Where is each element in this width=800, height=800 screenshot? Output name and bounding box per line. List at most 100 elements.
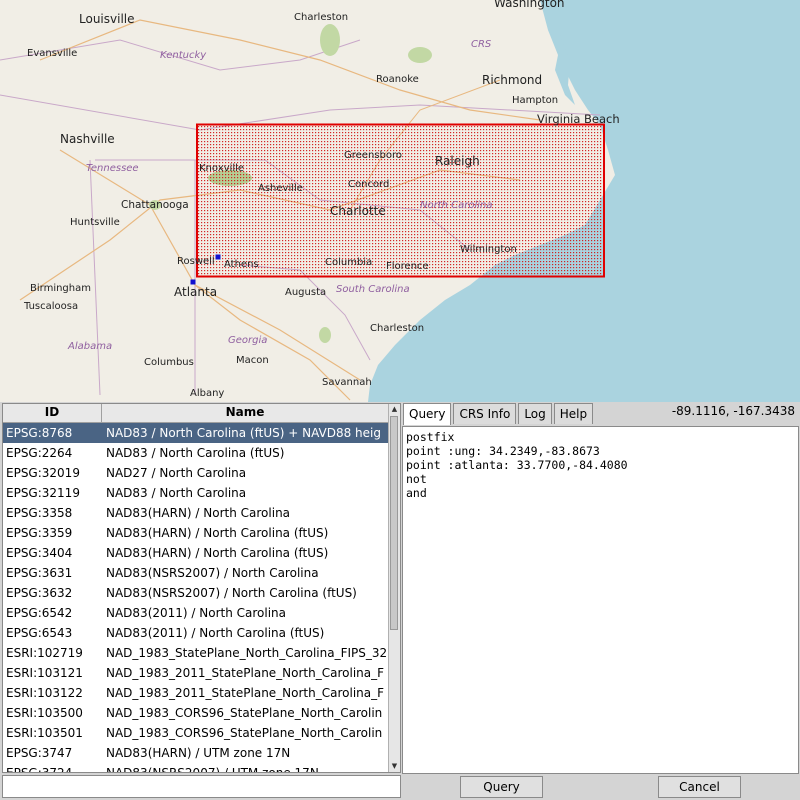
map-label: Wilmington <box>460 244 517 255</box>
scroll-up-icon[interactable]: ▲ <box>389 404 400 415</box>
map-label: Louisville <box>79 12 135 26</box>
table-row[interactable]: EPSG:3631 NAD83(NSRS2007) / North Carolin… <box>3 563 389 583</box>
table-row[interactable]: EPSG:3358 NAD83(HARN) / North Carolina <box>3 503 389 523</box>
tab-log[interactable]: Log <box>518 403 552 424</box>
cell-id: EPSG:3632 <box>6 586 73 600</box>
filter-input[interactable] <box>2 775 401 798</box>
map-label: Florence <box>386 261 429 272</box>
map-view[interactable]: Washington Louisville Charleston Evansvi… <box>0 0 800 402</box>
scroll-down-icon[interactable]: ▼ <box>389 761 400 772</box>
map-label: Charleston <box>370 323 424 334</box>
table-row[interactable]: EPSG:3747 NAD83(HARN) / UTM zone 17N <box>3 743 389 763</box>
cell-name: NAD_1983_CORS96_StatePlane_North_Carolin <box>106 726 383 740</box>
map-label: Albany <box>190 388 224 399</box>
query-button[interactable]: Query <box>460 776 543 798</box>
cell-name: NAD_1983_CORS96_StatePlane_North_Carolin <box>106 706 383 720</box>
map-label: Hampton <box>512 95 558 106</box>
cell-name: NAD27 / North Carolina <box>106 466 247 480</box>
cell-name: NAD83(HARN) / North Carolina (ftUS) <box>106 526 329 540</box>
cancel-button[interactable]: Cancel <box>658 776 741 798</box>
cell-name: NAD83 / North Carolina <box>106 486 247 500</box>
map-label: Concord <box>348 179 389 190</box>
cell-id: ESRI:103500 <box>6 706 83 720</box>
table-body: EPSG:8768 NAD83 / North Carolina (ftUS) +… <box>3 423 389 772</box>
table-row[interactable]: EPSG:6543 NAD83(2011) / North Carolina (f… <box>3 623 389 643</box>
map-label: Kentucky <box>160 50 207 61</box>
map-label: North Carolina <box>420 200 493 211</box>
table-header: ID Name <box>3 404 389 423</box>
cell-id: ESRI:102719 <box>6 646 83 660</box>
map-label: Charleston <box>294 12 348 23</box>
map-label: Tennessee <box>86 163 139 174</box>
cell-name: NAD83(NSRS2007) / North Carolina <box>106 566 319 580</box>
map-label: Atlanta <box>174 285 217 299</box>
cell-id: EPSG:6543 <box>6 626 73 640</box>
cell-name: NAD83(HARN) / North Carolina (ftUS) <box>106 546 329 560</box>
map-label: Columbus <box>144 357 194 368</box>
cell-name: NAD83(2011) / North Carolina <box>106 606 287 620</box>
cell-id: ESRI:103501 <box>6 726 83 740</box>
crs-table[interactable]: ID Name EPSG:8768 NAD83 / North Carolina … <box>2 403 401 773</box>
map-label: Roswell <box>177 256 215 267</box>
query-editor[interactable]: postfix point :ung: 34.2349,-83.8673 poi… <box>402 426 799 774</box>
map-label: Columbia <box>325 257 372 268</box>
table-row[interactable]: EPSG:3359 NAD83(HARN) / North Carolina (f… <box>3 523 389 543</box>
column-header-id[interactable]: ID <box>3 404 102 422</box>
table-row[interactable]: EPSG:32019 NAD27 / North Carolina <box>3 463 389 483</box>
map-label: Tuscaloosa <box>23 301 78 312</box>
tab-bar: Query CRS Info Log Help <box>403 403 595 425</box>
cell-id: EPSG:3359 <box>6 526 73 540</box>
table-row[interactable]: ESRI:103121 NAD_1983_2011_StatePlane_Nort… <box>3 663 389 683</box>
map-label: Augusta <box>285 287 326 298</box>
map-label: Evansville <box>27 48 77 59</box>
cell-name: NAD_1983_2011_StatePlane_North_Carolina_… <box>106 666 385 680</box>
cursor-coordinates: -89.1116, -167.3438 <box>671 404 795 418</box>
map-label: Savannah <box>322 377 372 388</box>
map-label: CRS <box>471 39 492 50</box>
map-label: Roanoke <box>376 74 419 85</box>
map-label: Athens <box>224 259 259 270</box>
cell-name: NAD83 / North Carolina (ftUS) + NAVD88 h… <box>106 426 381 440</box>
cell-name: NAD83(HARN) / UTM zone 17N <box>106 746 291 760</box>
map-label: Richmond <box>482 73 542 87</box>
map-label: Alabama <box>67 341 112 352</box>
cell-name: NAD_1983_2011_StatePlane_North_Carolina_… <box>106 686 385 700</box>
tab-crs-info[interactable]: CRS Info <box>453 403 517 424</box>
table-row[interactable]: EPSG:3724NAD83(NSRS2007) / UTM zone 17N <box>3 763 389 772</box>
cell-name: NAD83 / North Carolina (ftUS) <box>106 446 285 460</box>
cell-name: NAD_1983_StatePlane_North_Carolina_FIPS_… <box>106 646 388 660</box>
map-label: South Carolina <box>336 284 410 295</box>
column-header-name[interactable]: Name <box>102 404 389 422</box>
cell-id: EPSG:32019 <box>6 466 80 480</box>
map-label: Birmingham <box>30 283 91 294</box>
table-row[interactable]: ESRI:103500 NAD_1983_CORS96_StatePlane_No… <box>3 703 389 723</box>
point-atlanta <box>190 279 196 285</box>
table-row[interactable]: EPSG:2264 NAD83 / North Carolina (ftUS) <box>3 443 389 463</box>
tab-help[interactable]: Help <box>553 403 594 424</box>
table-row[interactable]: EPSG:8768 NAD83 / North Carolina (ftUS) +… <box>3 423 389 443</box>
map-label: Georgia <box>228 335 267 346</box>
cell-name: NAD83(2011) / North Carolina (ftUS) <box>106 626 325 640</box>
map-label: Nashville <box>60 132 115 146</box>
map-label: Greensboro <box>344 150 402 161</box>
table-row[interactable]: EPSG:6542 NAD83(2011) / North Carolina <box>3 603 389 623</box>
table-row[interactable]: ESRI:103122 NAD_1983_2011_StatePlane_Nort… <box>3 683 389 703</box>
vertical-scrollbar[interactable]: ▲ ▼ <box>388 404 400 772</box>
map-label: Huntsville <box>70 217 120 228</box>
cell-id: EPSG:3358 <box>6 506 73 520</box>
cell-id: EPSG:3724 <box>3 763 102 772</box>
table-row[interactable]: EPSG:32119 NAD83 / North Carolina <box>3 483 389 503</box>
scrollbar-thumb[interactable] <box>390 416 398 630</box>
map-label: Asheville <box>258 183 303 194</box>
cell-id: EPSG:3631 <box>6 566 73 580</box>
map-label: Macon <box>236 355 269 366</box>
table-row[interactable]: EPSG:3404 NAD83(HARN) / North Carolina (f… <box>3 543 389 563</box>
cell-id: EPSG:32119 <box>6 486 80 500</box>
table-row[interactable]: ESRI:103501 NAD_1983_CORS96_StatePlane_No… <box>3 723 389 743</box>
map-label: Chattanooga <box>121 199 189 211</box>
cell-id: EPSG:3404 <box>6 546 73 560</box>
table-row[interactable]: EPSG:3632 NAD83(NSRS2007) / North Carolin… <box>3 583 389 603</box>
table-row[interactable]: ESRI:102719 NAD_1983_StatePlane_North_Car… <box>3 643 389 663</box>
cell-id: ESRI:103122 <box>6 686 83 700</box>
tab-query[interactable]: Query <box>403 403 452 425</box>
